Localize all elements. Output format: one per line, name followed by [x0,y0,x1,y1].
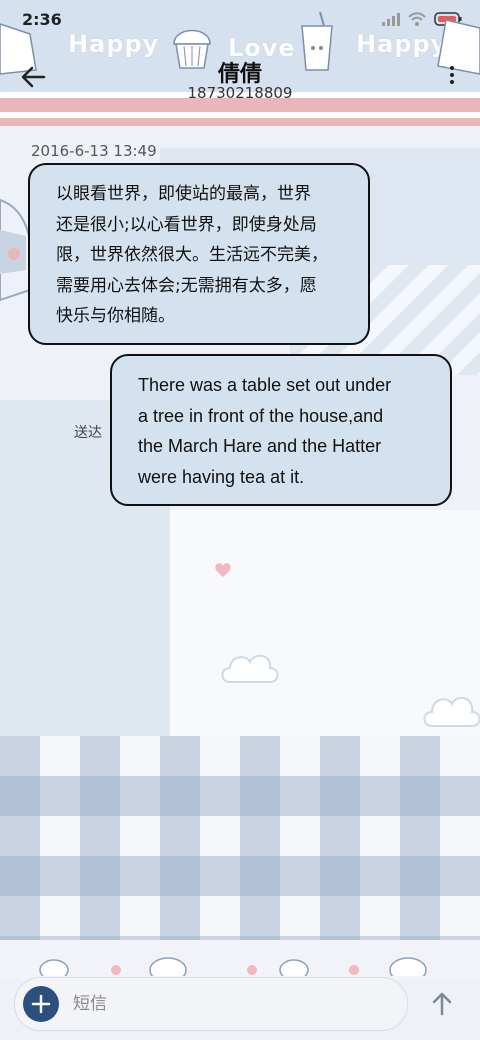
header-divider [0,112,480,118]
more-dot [450,80,454,84]
wifi-icon [408,12,426,26]
plus-icon [31,994,51,1014]
more-options-button[interactable] [448,66,456,88]
compose-bar [14,977,408,1031]
message-line: were having tea at it. [138,466,305,487]
add-attachment-button[interactable] [23,986,59,1022]
signal-icon [382,13,400,26]
cloud-icon [221,654,279,683]
incoming-message-bubble[interactable]: 以眼看世界，即使站的最高，世界 还是很小;以心看世界，即使身处局 限，世界依然很… [28,163,370,345]
header-pink-stripe [0,118,480,126]
message-input[interactable] [71,988,395,1020]
message-timestamp: 2016-6-13 13:49 [31,142,157,160]
more-dot [450,66,454,70]
delivery-status: 送达 [74,425,102,441]
message-line: a tree in front of the house,and [138,405,384,426]
message-line: 快乐与你相随。 [56,306,175,326]
message-line: the March Hare and the Hatter [138,436,382,456]
message-line: There was a table set out under [138,375,392,395]
send-arrow-up-icon [432,992,452,1016]
message-line: 限，世界依然很大。生活远不完美， [56,245,328,265]
bunny-row-icon [39,957,427,976]
send-button[interactable] [428,990,456,1018]
message-line: 还是很小;以心看世界，即使身处局 [56,214,317,235]
more-dot [450,73,454,77]
message-line: 需要用心去体会;无需拥有太多，愿 [56,275,317,296]
cloud-icon [423,696,480,727]
wallpaper-checker-pattern [0,736,480,966]
contact-number: 18730218809 [187,84,293,102]
outgoing-message-bubble[interactable]: There was a table set out under a tree i… [110,354,452,506]
header-decor-text: Happy [68,30,160,58]
message-line: 以眼看世界，即使站的最高，世界 [56,184,311,204]
heart-icon [215,563,231,577]
